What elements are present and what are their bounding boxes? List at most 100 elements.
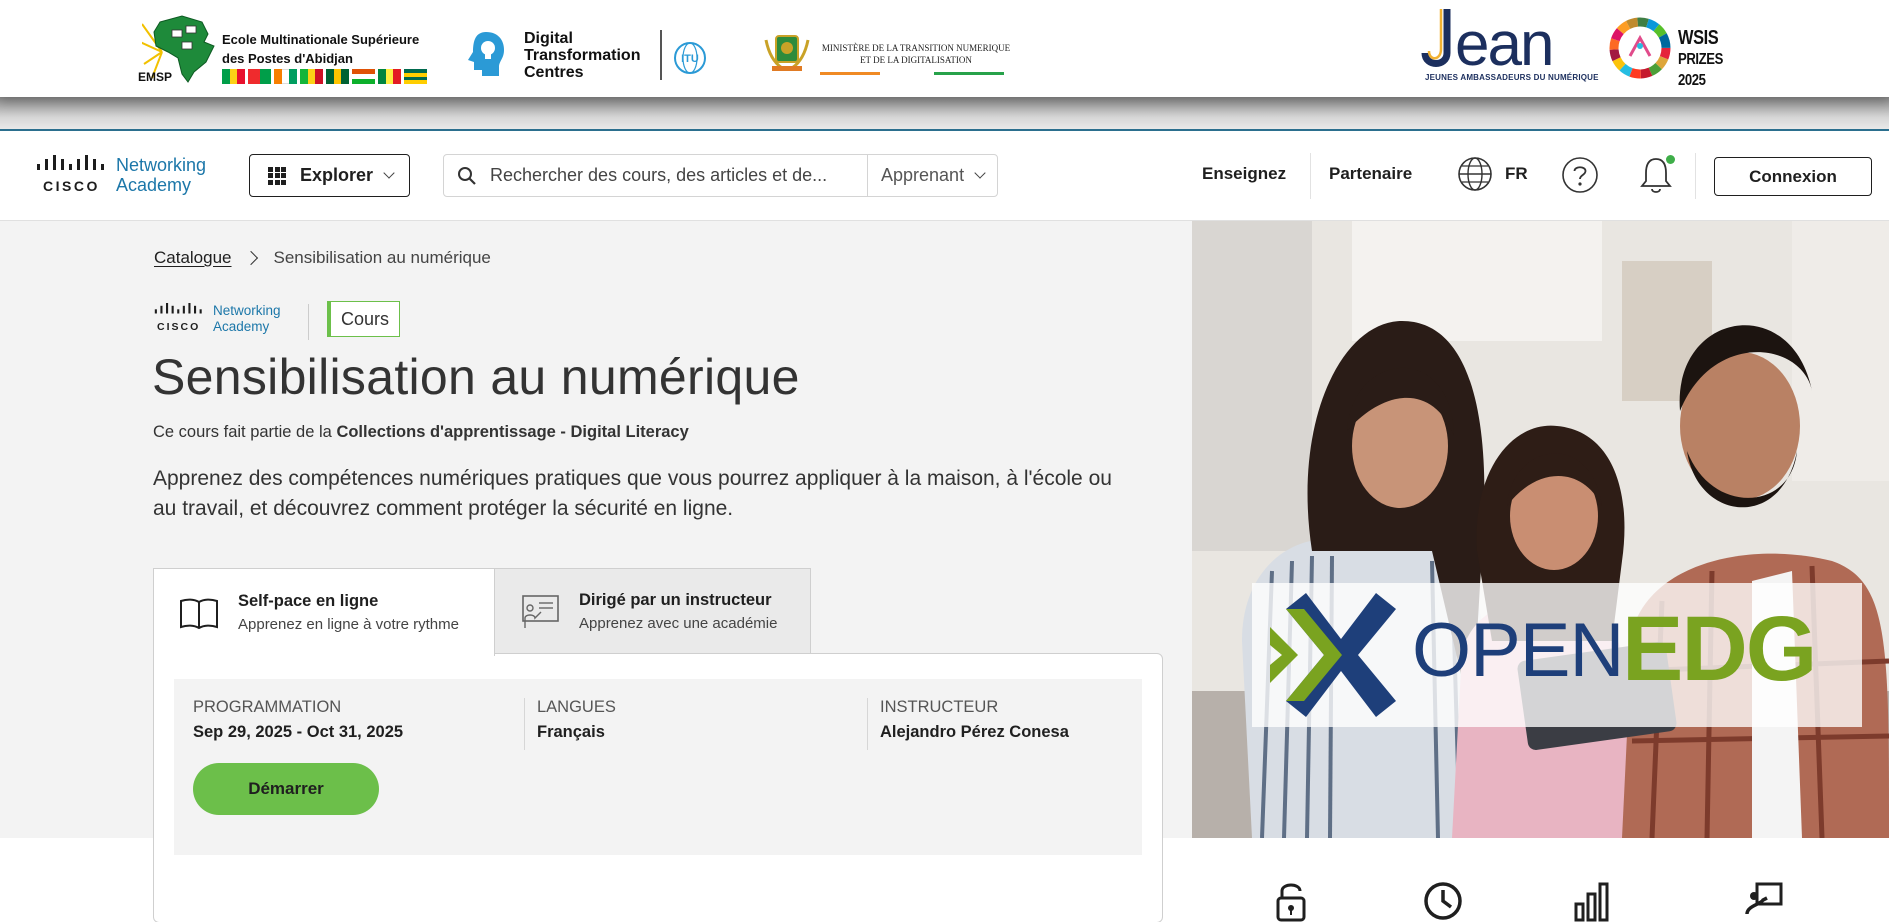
schedule-label: PROGRAMMATION	[193, 698, 342, 716]
ministry-name-line2: ET DE LA DIGITALISATION	[860, 55, 972, 65]
question-icon	[1562, 157, 1598, 193]
course-hero-content: Catalogue Sensibilisation au numérique C…	[0, 221, 1192, 922]
course-stats	[1192, 838, 1889, 922]
course-hero-image: OPEN EDG	[1192, 221, 1889, 838]
emsp-abbr: EMSP	[138, 70, 173, 84]
tab-self-paced[interactable]: Self-pace en ligne Apprenez en ligne à v…	[153, 568, 495, 656]
partner-banner: EMSP Ecole Multinationale Supérieure des…	[0, 0, 1889, 97]
search-icon	[444, 166, 490, 186]
breadcrumb-catalog-link[interactable]: Catalogue	[154, 248, 232, 268]
ministry-name: MINISTÈRE DE LA TRANSITION NUMERIQUE ET …	[816, 42, 1016, 66]
notifications-button[interactable]	[1637, 155, 1675, 200]
openedg-mark-icon	[1270, 593, 1396, 717]
logo-line1: Networking	[116, 155, 207, 175]
role-select[interactable]: Apprenant	[867, 155, 998, 196]
offering-card: PROGRAMMATION Sep 29, 2025 - Oct 31, 202…	[153, 653, 1163, 922]
flag-icon	[404, 69, 427, 84]
collection-name: Collections d'apprentissage - Digital Li…	[336, 423, 689, 441]
schedule-value: Sep 29, 2025 - Oct 31, 2025	[193, 723, 404, 741]
networking-academy-logo[interactable]: CISCO Networking Academy	[37, 155, 227, 199]
logo-line2: Academy	[213, 318, 270, 334]
course-provider-logo: CISCO Networking Academy	[153, 303, 293, 339]
help-button[interactable]	[1561, 156, 1599, 199]
collection-info: Ce cours fait partie de la Collections d…	[153, 423, 689, 442]
partner-link[interactable]: Partenaire	[1329, 164, 1412, 184]
offering-details: PROGRAMMATION Sep 29, 2025 - Oct 31, 202…	[174, 679, 1142, 855]
openedg-word-open: OPEN	[1412, 608, 1624, 693]
instructor-icon	[1745, 882, 1783, 915]
coat-of-arms-icon	[764, 35, 810, 71]
family-photo-illustration	[1192, 221, 1889, 838]
chevron-down-icon	[974, 167, 986, 179]
flag-icon	[378, 69, 402, 84]
cisco-bars-icon	[37, 155, 104, 170]
flag-icon	[326, 69, 350, 84]
page-title: Sensibilisation au numérique	[152, 349, 800, 405]
tab-title: Dirigé par un instructeur	[579, 590, 772, 609]
chevron-right-icon	[243, 250, 258, 266]
networking-academy-text: Networking Academy	[213, 303, 281, 334]
dtc-name-line2: Transformation	[524, 47, 641, 64]
cisco-wordmark: CISCO	[43, 178, 100, 194]
itu-logo-icon: ITU	[674, 42, 706, 74]
emsp-logo: EMSP Ecole Multinationale Supérieure des…	[138, 12, 428, 88]
jean-word: ean	[1455, 10, 1552, 75]
emsp-name: Ecole Multinationale Supérieure des Post…	[222, 30, 419, 68]
logo-line1: Networking	[213, 303, 281, 318]
flag-icon	[300, 69, 324, 84]
instructor-value: Alejandro Pérez Conesa	[880, 723, 1069, 741]
flag-icon	[274, 69, 298, 84]
openedg-logo: OPEN EDG	[1252, 583, 1862, 727]
wsis-name: WSIS PRIZES 2025	[1678, 28, 1744, 91]
sdg-wheel-icon	[1609, 17, 1671, 79]
wsis-name-line2: PRIZES 2025	[1678, 51, 1723, 89]
bar-chart-icon	[1574, 882, 1609, 922]
networking-academy-text: Networking Academy	[116, 155, 206, 195]
dtc-separator	[660, 30, 662, 80]
ministry-name-line1: MINISTÈRE DE LA TRANSITION NUMERIQUE	[821, 43, 1011, 53]
tab-instructor-led[interactable]: Dirigé par un instructeur Apprenez avec …	[494, 568, 811, 654]
teach-link[interactable]: Enseignez	[1202, 164, 1286, 184]
flag-icon	[222, 69, 246, 84]
login-button[interactable]: Connexion	[1714, 157, 1872, 196]
chevron-down-icon	[383, 167, 395, 179]
tab-title: Self-pace en ligne	[238, 592, 379, 610]
search-input[interactable]	[490, 165, 870, 186]
head-bulb-icon	[468, 32, 504, 76]
nav-divider	[1695, 153, 1696, 199]
explore-button[interactable]: Explorer	[249, 154, 410, 197]
start-button[interactable]: Démarrer	[193, 763, 379, 815]
collection-prefix: Ce cours fait partie de la	[153, 423, 332, 441]
ministry-green-line	[934, 72, 1004, 75]
search-bar: Apprenant	[443, 154, 998, 197]
language-selector[interactable]: FR	[1457, 156, 1528, 192]
globe-icon	[1458, 157, 1492, 191]
flag-icon	[248, 69, 271, 84]
emsp-name-line1: Ecole Multinationale Supérieure	[222, 32, 420, 47]
wsis-logo: WSIS PRIZES 2025	[1608, 16, 1758, 89]
provider-separator	[308, 304, 309, 340]
top-nav: CISCO Networking Academy Explorer Appren…	[0, 131, 1889, 221]
partner-banner-shadow	[0, 97, 1889, 131]
dtc-name: Digital Transformation Centres	[524, 30, 640, 81]
dtc-name-line1: Digital	[524, 30, 573, 47]
notification-dot	[1666, 155, 1675, 164]
language-label: FR	[1505, 164, 1528, 183]
openedg-word-edg: EDG	[1622, 598, 1817, 700]
role-select-label: Apprenant	[881, 165, 965, 185]
dtc-logo: Digital Transformation Centres ITU	[462, 24, 712, 84]
grid-icon	[268, 166, 286, 185]
flag-icon	[352, 69, 375, 84]
tab-subtitle: Apprenez avec une académie	[579, 614, 778, 632]
tab-subtitle: Apprenez en ligne à votre rythme	[238, 616, 459, 633]
itu-label: ITU	[681, 53, 699, 65]
course-description: Apprenez des compétences numériques prat…	[153, 467, 1112, 520]
member-flags	[222, 69, 427, 84]
wsis-name-line1: WSIS	[1678, 27, 1719, 49]
cisco-wordmark: CISCO	[157, 321, 201, 333]
course-type-badge: Cours	[327, 301, 401, 337]
emsp-name-line2: des Postes d'Abidjan	[222, 51, 353, 66]
dtc-name-line3: Centres	[524, 64, 584, 81]
instructor-label: INSTRUCTEUR	[880, 698, 999, 716]
breadcrumb-current: Sensibilisation au numérique	[273, 248, 491, 267]
